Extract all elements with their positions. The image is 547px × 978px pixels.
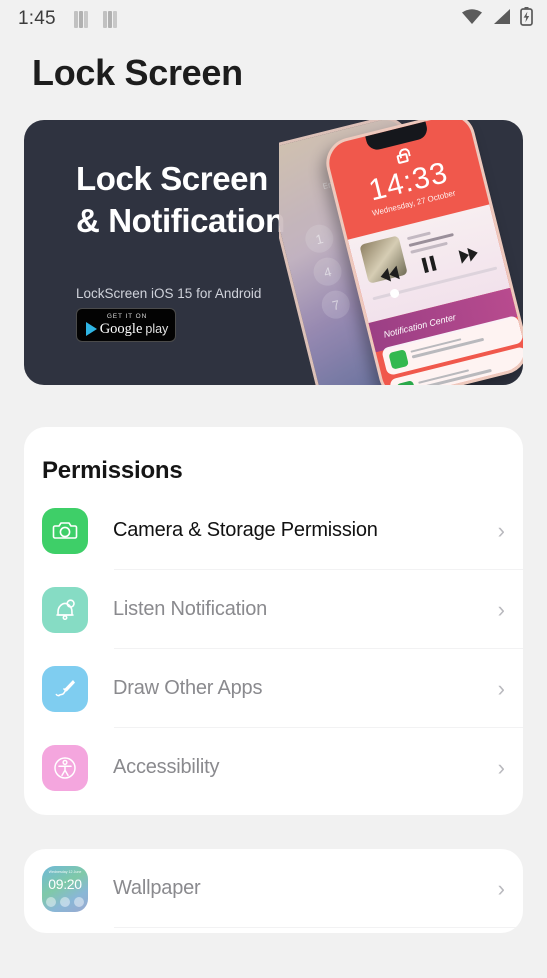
chevron-right-icon: › [497,754,505,780]
status-bar-time: 1:45 [18,8,56,29]
google-play-suffix: play [145,322,169,336]
wallpaper-thumb-widgets [42,896,88,907]
google-play-badge-body: Google play [85,320,169,338]
google-play-name: Google [99,320,143,337]
phone-keypad-key: 7 [318,287,353,322]
status-bar-notification-icons [73,10,118,28]
permission-row-accessibility[interactable]: Accessibility › [24,728,523,807]
status-bar-system-icons [461,7,533,31]
next-track-icon [458,245,480,264]
permission-row-listen-notification[interactable]: Listen Notification › [24,570,523,649]
permissions-card: Permissions Camera & Storage Permission … [24,427,523,815]
app-icon [73,10,89,28]
phone-keypad-key: 1 [302,221,337,256]
app-icon [102,10,118,28]
cellular-signal-icon [492,8,511,30]
wallpaper-thumb-date: Wednesday 12 June [48,869,82,874]
phone-mockup: Enter Passcode 1 4 7 14:33 Wednesday, 27… [279,120,523,385]
brush-icon [42,665,88,712]
row-divider [114,927,523,928]
status-bar: 1:45 [0,0,547,38]
promo-banner[interactable]: Lock Screen & Notification LockScreen iO… [24,120,523,385]
chevron-right-icon: › [497,517,505,543]
google-play-get-it-on-label: GET IT ON [106,312,148,320]
chevron-right-icon: › [497,675,505,701]
google-play-badge[interactable]: GET IT ON Google play [76,308,176,342]
notification-app-icon [395,379,417,385]
permissions-title: Permissions [42,457,183,484]
permission-label: Draw Other Apps [113,677,263,699]
previous-track-icon [378,265,400,284]
battery-charging-icon [520,7,533,31]
permission-row-camera-storage[interactable]: Camera & Storage Permission › [24,491,523,570]
phone-keypad-key: 4 [310,254,345,289]
settings-label: Wallpaper [113,877,201,899]
lock-icon [396,152,410,165]
accessibility-icon [42,744,88,791]
permission-row-draw-other-apps[interactable]: Draw Other Apps › [24,649,523,728]
wallpaper-thumbnail-icon: Wednesday 12 June 09:20 [42,865,88,912]
camera-icon [42,507,88,554]
banner-subtitle: LockScreen iOS 15 for Android [76,286,262,301]
notification-text-lines [418,363,492,385]
settings-row-partial[interactable] [24,928,523,933]
settings-row-wallpaper[interactable]: Wednesday 12 June 09:20 Wallpaper › [24,849,523,928]
bell-icon [42,586,88,633]
permission-label: Listen Notification [113,598,268,620]
permission-label: Camera & Storage Permission [113,519,378,541]
settings-card: Wednesday 12 June 09:20 Wallpaper › [24,849,523,933]
notification-app-icon [388,348,409,370]
pause-icon [421,255,437,273]
wifi-icon [461,8,483,30]
chevron-right-icon: › [497,596,505,622]
page-title: Lock Screen [32,52,243,93]
google-play-triangle-icon [85,322,97,336]
permission-label: Accessibility [113,756,220,778]
wallpaper-thumb-time: 09:20 [48,875,82,892]
chevron-right-icon: › [497,875,505,901]
